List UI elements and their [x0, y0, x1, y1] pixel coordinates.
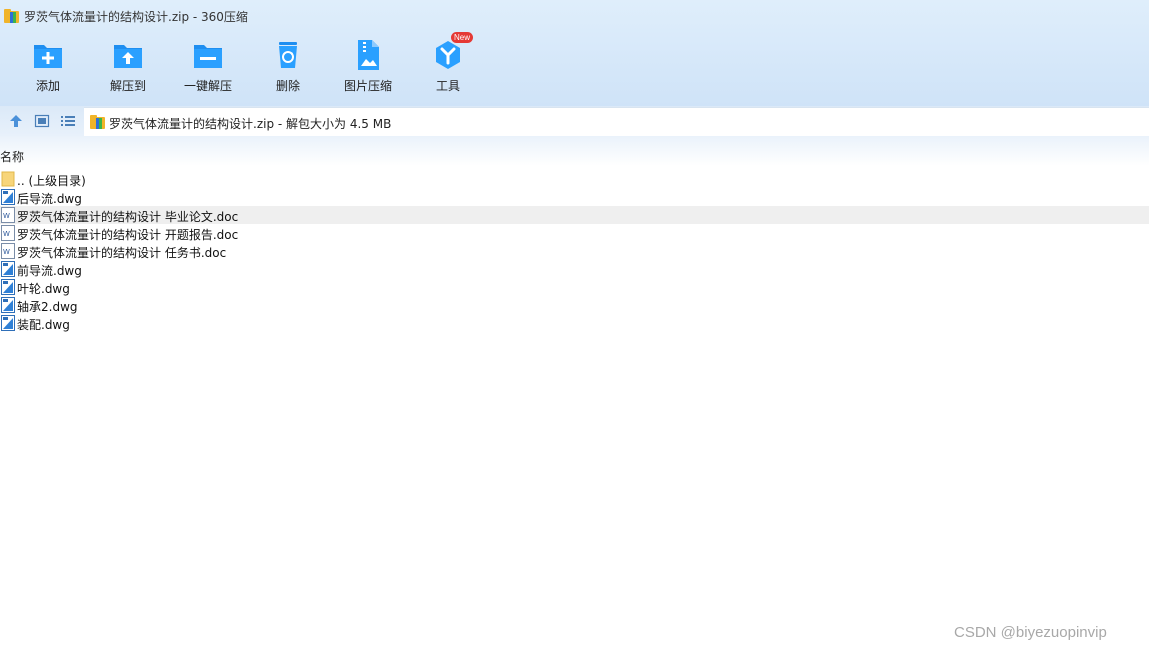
list-item[interactable]: .. (上级目录): [0, 170, 1149, 188]
thumbnail-view-icon[interactable]: [34, 113, 50, 129]
add-button-label: 添加: [35, 79, 60, 93]
svg-text:W: W: [3, 248, 10, 256]
window-title: 罗茨气体流量计的结构设计.zip - 360压缩: [24, 10, 248, 24]
delete-label: 删除: [275, 79, 300, 93]
dwg-file-icon: [1, 279, 15, 295]
extract-to-icon: [111, 38, 145, 72]
address-text: 罗茨气体流量计的结构设计.zip - 解包大小为 4.5 MB: [109, 117, 392, 131]
list-view-icon[interactable]: [60, 113, 76, 129]
tools-label: 工具: [435, 79, 460, 93]
tools-button[interactable]: New 工具: [408, 32, 488, 100]
add-button[interactable]: 添加: [8, 38, 88, 100]
list-item[interactable]: W 罗茨气体流量计的结构设计 毕业论文.doc: [0, 206, 1149, 224]
file-name: 叶轮.dwg: [17, 282, 70, 296]
recycle-bin-icon: [271, 38, 305, 72]
watermark: CSDN @biyezuopinvip: [954, 624, 1107, 641]
address-field[interactable]: 罗茨气体流量计的结构设计.zip - 解包大小为 4.5 MB: [84, 107, 1149, 136]
dwg-file-icon: [1, 297, 15, 313]
one-click-extract-label: 一键解压: [183, 79, 232, 93]
file-name: 罗茨气体流量计的结构设计 开题报告.doc: [17, 228, 239, 242]
delete-button[interactable]: 删除: [248, 38, 328, 100]
address-bar: 罗茨气体流量计的结构设计.zip - 解包大小为 4.5 MB: [0, 106, 1149, 136]
zip-archive-icon: [90, 115, 105, 129]
file-name: 前导流.dwg: [17, 264, 82, 278]
folder-icon: [1, 171, 15, 187]
doc-file-icon: W: [1, 225, 15, 241]
image-compress-icon: [351, 38, 385, 72]
list-item[interactable]: 轴承2.dwg: [0, 296, 1149, 314]
list-item[interactable]: W 罗茨气体流量计的结构设计 开题报告.doc: [0, 224, 1149, 242]
svg-text:W: W: [3, 230, 10, 238]
file-name: 后导流.dwg: [17, 192, 82, 206]
file-name: .. (上级目录): [17, 174, 86, 188]
list-item[interactable]: 装配.dwg: [0, 314, 1149, 332]
name-column-header[interactable]: 名称: [0, 148, 24, 165]
list-item[interactable]: 前导流.dwg: [0, 260, 1149, 278]
file-name: 轴承2.dwg: [17, 300, 78, 314]
one-click-extract-button[interactable]: 一键解压: [168, 38, 248, 100]
title-bar: 罗茨气体流量计的结构设计.zip - 360压缩: [0, 0, 1149, 30]
extract-to-button[interactable]: 解压到: [88, 38, 168, 100]
one-click-extract-icon: [191, 38, 225, 72]
dwg-file-icon: [1, 261, 15, 277]
add-folder-icon: [31, 38, 65, 72]
file-name: 罗茨气体流量计的结构设计 任务书.doc: [17, 246, 227, 260]
file-name: 装配.dwg: [17, 318, 70, 332]
dwg-file-icon: [1, 189, 15, 205]
zip-archive-icon: [4, 9, 19, 23]
tools-icon: New: [431, 32, 474, 72]
list-item[interactable]: 叶轮.dwg: [0, 278, 1149, 296]
dwg-file-icon: [1, 315, 15, 331]
up-arrow-icon[interactable]: [8, 113, 24, 129]
new-badge: New: [451, 32, 474, 43]
column-header: 名称: [0, 136, 1149, 166]
doc-file-icon: W: [1, 207, 15, 223]
file-name: 罗茨气体流量计的结构设计 毕业论文.doc: [17, 210, 239, 224]
image-compress-button[interactable]: 图片压缩: [328, 38, 408, 100]
image-compress-label: 图片压缩: [343, 79, 392, 93]
list-item[interactable]: 后导流.dwg: [0, 188, 1149, 206]
file-list: .. (上级目录) 后导流.dwg W 罗茨气体流量计的结构设计 毕业论文.do…: [0, 170, 1149, 332]
extract-to-label: 解压到: [109, 79, 146, 93]
svg-text:W: W: [3, 212, 10, 220]
list-item[interactable]: W 罗茨气体流量计的结构设计 任务书.doc: [0, 242, 1149, 260]
toolbar-area: 罗茨气体流量计的结构设计.zip - 360压缩 添加 解压到 一键解压 删除 …: [0, 0, 1149, 106]
doc-file-icon: W: [1, 243, 15, 259]
